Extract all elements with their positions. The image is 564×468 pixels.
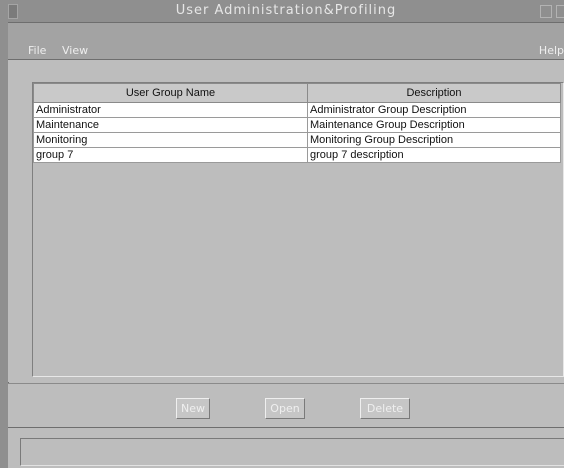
cell-group-name[interactable]: Administrator — [33, 102, 308, 118]
cell-description[interactable]: group 7 description — [307, 147, 561, 163]
maximize-icon[interactable] — [556, 5, 564, 18]
main-content: User Group Name Description Administrato… — [8, 60, 564, 382]
delete-button[interactable]: Delete — [360, 398, 410, 419]
user-admin-window: User Administration&Profiling File View … — [0, 0, 564, 468]
status-bar — [8, 427, 564, 468]
cell-description[interactable]: Maintenance Group Description — [307, 117, 561, 133]
cell-group-name[interactable]: Maintenance — [33, 117, 308, 133]
menu-file[interactable]: File — [28, 44, 46, 57]
user-group-table: User Group Name Description Administrato… — [33, 83, 561, 163]
minimize-icon[interactable] — [540, 5, 552, 18]
table-row[interactable]: Maintenance Maintenance Group Descriptio… — [33, 117, 561, 133]
new-button[interactable]: New — [176, 398, 210, 419]
menu-bar: File View Help — [8, 23, 564, 60]
cell-description[interactable]: Monitoring Group Description — [307, 132, 561, 148]
cell-description[interactable]: Administrator Group Description — [307, 102, 561, 118]
column-header-description[interactable]: Description — [307, 83, 561, 103]
status-field — [20, 438, 564, 466]
table-row[interactable]: Monitoring Monitoring Group Description — [33, 132, 561, 148]
window-menu-icon[interactable] — [8, 4, 18, 19]
open-button[interactable]: Open — [265, 398, 305, 419]
column-header-user-group-name[interactable]: User Group Name — [33, 83, 308, 103]
cell-group-name[interactable]: Monitoring — [33, 132, 308, 148]
button-bar: New Open Delete — [8, 383, 564, 427]
menu-view[interactable]: View — [62, 44, 88, 57]
user-group-table-container[interactable]: User Group Name Description Administrato… — [32, 82, 564, 377]
table-row[interactable]: Administrator Administrator Group Descri… — [33, 102, 561, 118]
title-bar[interactable]: User Administration&Profiling — [8, 0, 564, 23]
table-row[interactable]: group 7 group 7 description — [33, 147, 561, 163]
table-header-row: User Group Name Description — [33, 83, 561, 103]
menu-help[interactable]: Help — [539, 44, 564, 57]
window-title: User Administration&Profiling — [175, 3, 397, 18]
cell-group-name[interactable]: group 7 — [33, 147, 308, 163]
